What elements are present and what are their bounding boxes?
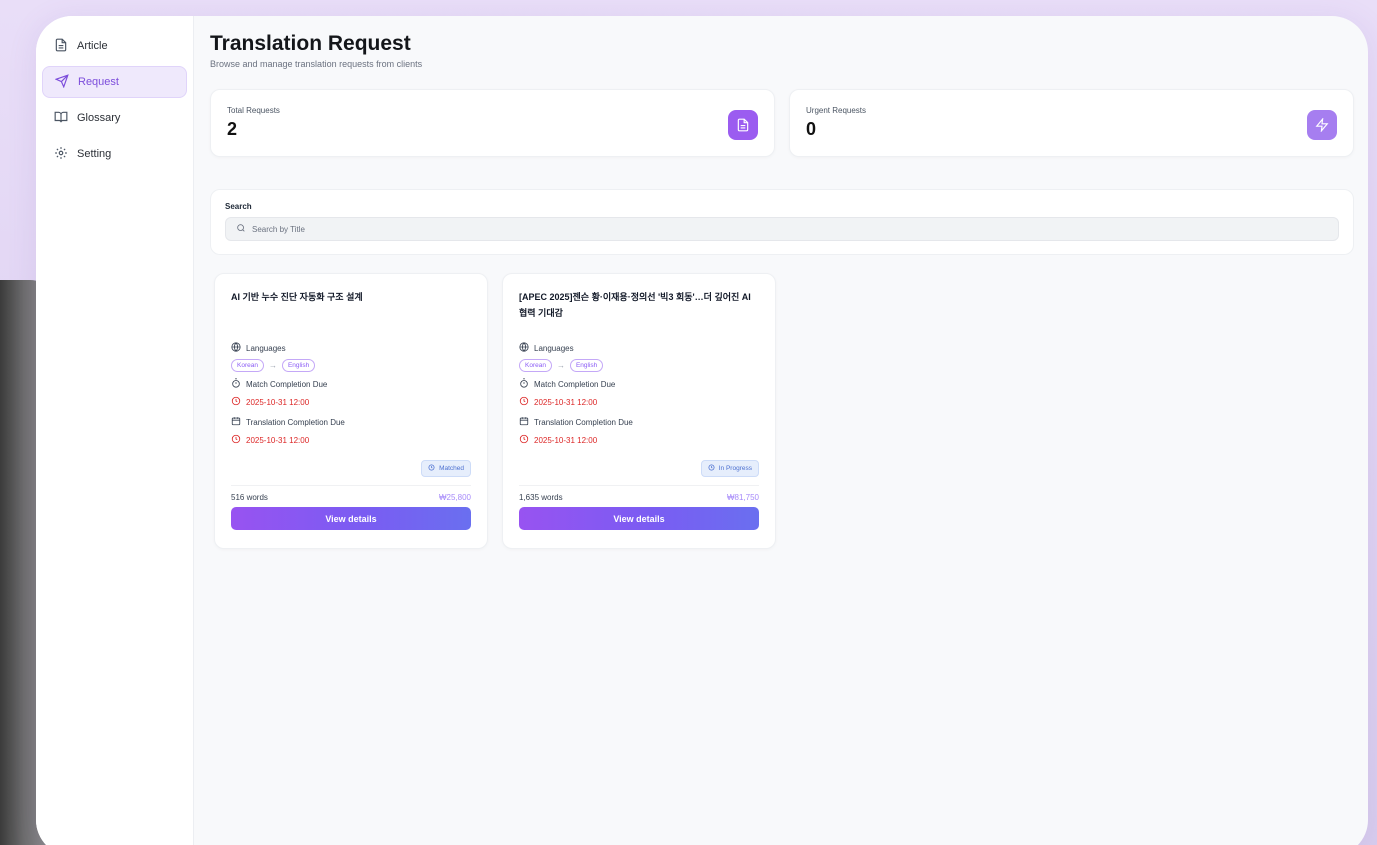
page-subtitle: Browse and manage translation requests f… bbox=[210, 59, 423, 69]
translation-due-value: 2025-10-31 12:00 bbox=[534, 435, 598, 445]
sidebar-item-label: Article bbox=[77, 40, 108, 52]
document-icon bbox=[728, 110, 758, 140]
view-details-button[interactable]: View details bbox=[231, 507, 471, 530]
match-due-label-row: Match Completion Due bbox=[231, 378, 471, 390]
search-section: Search bbox=[210, 189, 1354, 255]
page-title: Translation Request bbox=[210, 32, 411, 55]
match-due-date: 2025-10-31 12:00 bbox=[519, 396, 759, 408]
request-title: AI 기반 누수 진단 자동화 구조 설계 bbox=[231, 292, 363, 302]
translation-due-value: 2025-10-31 12:00 bbox=[246, 435, 310, 445]
sidebar-item-setting[interactable]: Setting bbox=[42, 138, 187, 170]
translation-due-label: Translation Completion Due bbox=[534, 417, 633, 427]
sidebar-item-label: Glossary bbox=[77, 112, 121, 124]
status-icon bbox=[428, 464, 435, 473]
price: ₩25,800 bbox=[438, 493, 471, 502]
source-language-chip: Korean bbox=[231, 359, 264, 372]
clock-alert-icon bbox=[519, 434, 529, 446]
translation-due-date: 2025-10-31 12:00 bbox=[231, 434, 471, 446]
search-input[interactable] bbox=[252, 224, 1338, 234]
price: ₩81,750 bbox=[726, 493, 759, 502]
clock-alert-icon bbox=[231, 434, 241, 446]
calendar-icon bbox=[231, 416, 241, 428]
languages-label: Languages bbox=[246, 343, 286, 353]
stats-row: Total Requests 2 Urgent Requests 0 bbox=[210, 89, 1354, 157]
status-badge: Matched bbox=[421, 460, 471, 477]
arrow-right-icon: → bbox=[268, 361, 277, 370]
word-count: 1,635 words bbox=[519, 493, 563, 502]
sidebar-item-label: Setting bbox=[77, 148, 112, 160]
match-due-label-row: Match Completion Due bbox=[519, 378, 759, 390]
translation-due-date: 2025-10-31 12:00 bbox=[519, 434, 759, 446]
request-card-list: AI 기반 누수 진단 자동화 구조 설계 Languages Korean →… bbox=[214, 273, 1354, 549]
target-language-chip: English bbox=[569, 359, 604, 372]
card-footer: 516 words ₩25,800 bbox=[231, 485, 471, 502]
calendar-icon bbox=[519, 416, 529, 428]
lightning-icon bbox=[1307, 110, 1337, 140]
match-due-date: 2025-10-31 12:00 bbox=[231, 396, 471, 408]
status-badge: In Progress bbox=[700, 460, 759, 477]
sidebar-item-request[interactable]: Request bbox=[42, 66, 187, 98]
book-icon bbox=[54, 110, 68, 127]
stat-value: 2 bbox=[227, 119, 238, 139]
sidebar-item-article[interactable]: Article bbox=[42, 30, 187, 62]
status-text: Matched bbox=[439, 465, 464, 472]
match-due-label: Match Completion Due bbox=[246, 379, 328, 389]
status-icon bbox=[708, 464, 715, 473]
sidebar-item-glossary[interactable]: Glossary bbox=[42, 102, 187, 134]
file-text-icon bbox=[54, 38, 68, 55]
timer-icon bbox=[519, 378, 529, 390]
sidebar-item-label: Request bbox=[78, 76, 119, 88]
search-box[interactable] bbox=[225, 217, 1339, 241]
urgent-requests-card: Urgent Requests 0 bbox=[789, 89, 1354, 157]
target-language-chip: English bbox=[281, 359, 316, 372]
stat-label: Total Requests bbox=[227, 106, 280, 115]
gear-icon bbox=[54, 146, 68, 163]
stat-value: 0 bbox=[806, 119, 817, 139]
language-pair: Korean → English bbox=[519, 359, 759, 372]
status-row: Matched bbox=[231, 460, 471, 477]
view-details-button[interactable]: View details bbox=[519, 507, 759, 530]
arrow-right-icon: → bbox=[556, 361, 565, 370]
main-content: Translation Request Browse and manage tr… bbox=[194, 16, 1368, 845]
match-due-label: Match Completion Due bbox=[534, 379, 616, 389]
total-requests-card: Total Requests 2 bbox=[210, 89, 775, 157]
timer-icon bbox=[231, 378, 241, 390]
globe-icon bbox=[231, 342, 241, 354]
request-card: AI 기반 누수 진단 자동화 구조 설계 Languages Korean →… bbox=[214, 273, 488, 549]
send-icon bbox=[54, 73, 69, 91]
translation-due-label: Translation Completion Due bbox=[246, 417, 345, 427]
languages-label-row: Languages bbox=[231, 342, 471, 354]
status-row: In Progress bbox=[519, 460, 759, 477]
translation-due-label-row: Translation Completion Due bbox=[519, 416, 759, 428]
search-icon bbox=[236, 220, 246, 238]
request-title: [APEC 2025]젠슨 황·이재용·정의선 '빅3 회동'…더 깊어진 AI… bbox=[519, 292, 751, 318]
globe-icon bbox=[519, 342, 529, 354]
match-due-value: 2025-10-31 12:00 bbox=[534, 397, 598, 407]
stat-label: Urgent Requests bbox=[806, 106, 867, 115]
word-count: 516 words bbox=[231, 493, 268, 502]
clock-alert-icon bbox=[231, 396, 241, 408]
app-window: Article Request Glossary Setting Transla… bbox=[36, 16, 1368, 845]
language-pair: Korean → English bbox=[231, 359, 471, 372]
clock-alert-icon bbox=[519, 396, 529, 408]
languages-label-row: Languages bbox=[519, 342, 759, 354]
card-footer: 1,635 words ₩81,750 bbox=[519, 485, 759, 502]
search-label: Search bbox=[225, 202, 252, 211]
match-due-value: 2025-10-31 12:00 bbox=[246, 397, 310, 407]
translation-due-label-row: Translation Completion Due bbox=[231, 416, 471, 428]
request-card: [APEC 2025]젠슨 황·이재용·정의선 '빅3 회동'…더 깊어진 AI… bbox=[502, 273, 776, 549]
languages-label: Languages bbox=[534, 343, 574, 353]
sidebar: Article Request Glossary Setting bbox=[36, 16, 194, 845]
source-language-chip: Korean bbox=[519, 359, 552, 372]
status-text: In Progress bbox=[718, 465, 752, 472]
